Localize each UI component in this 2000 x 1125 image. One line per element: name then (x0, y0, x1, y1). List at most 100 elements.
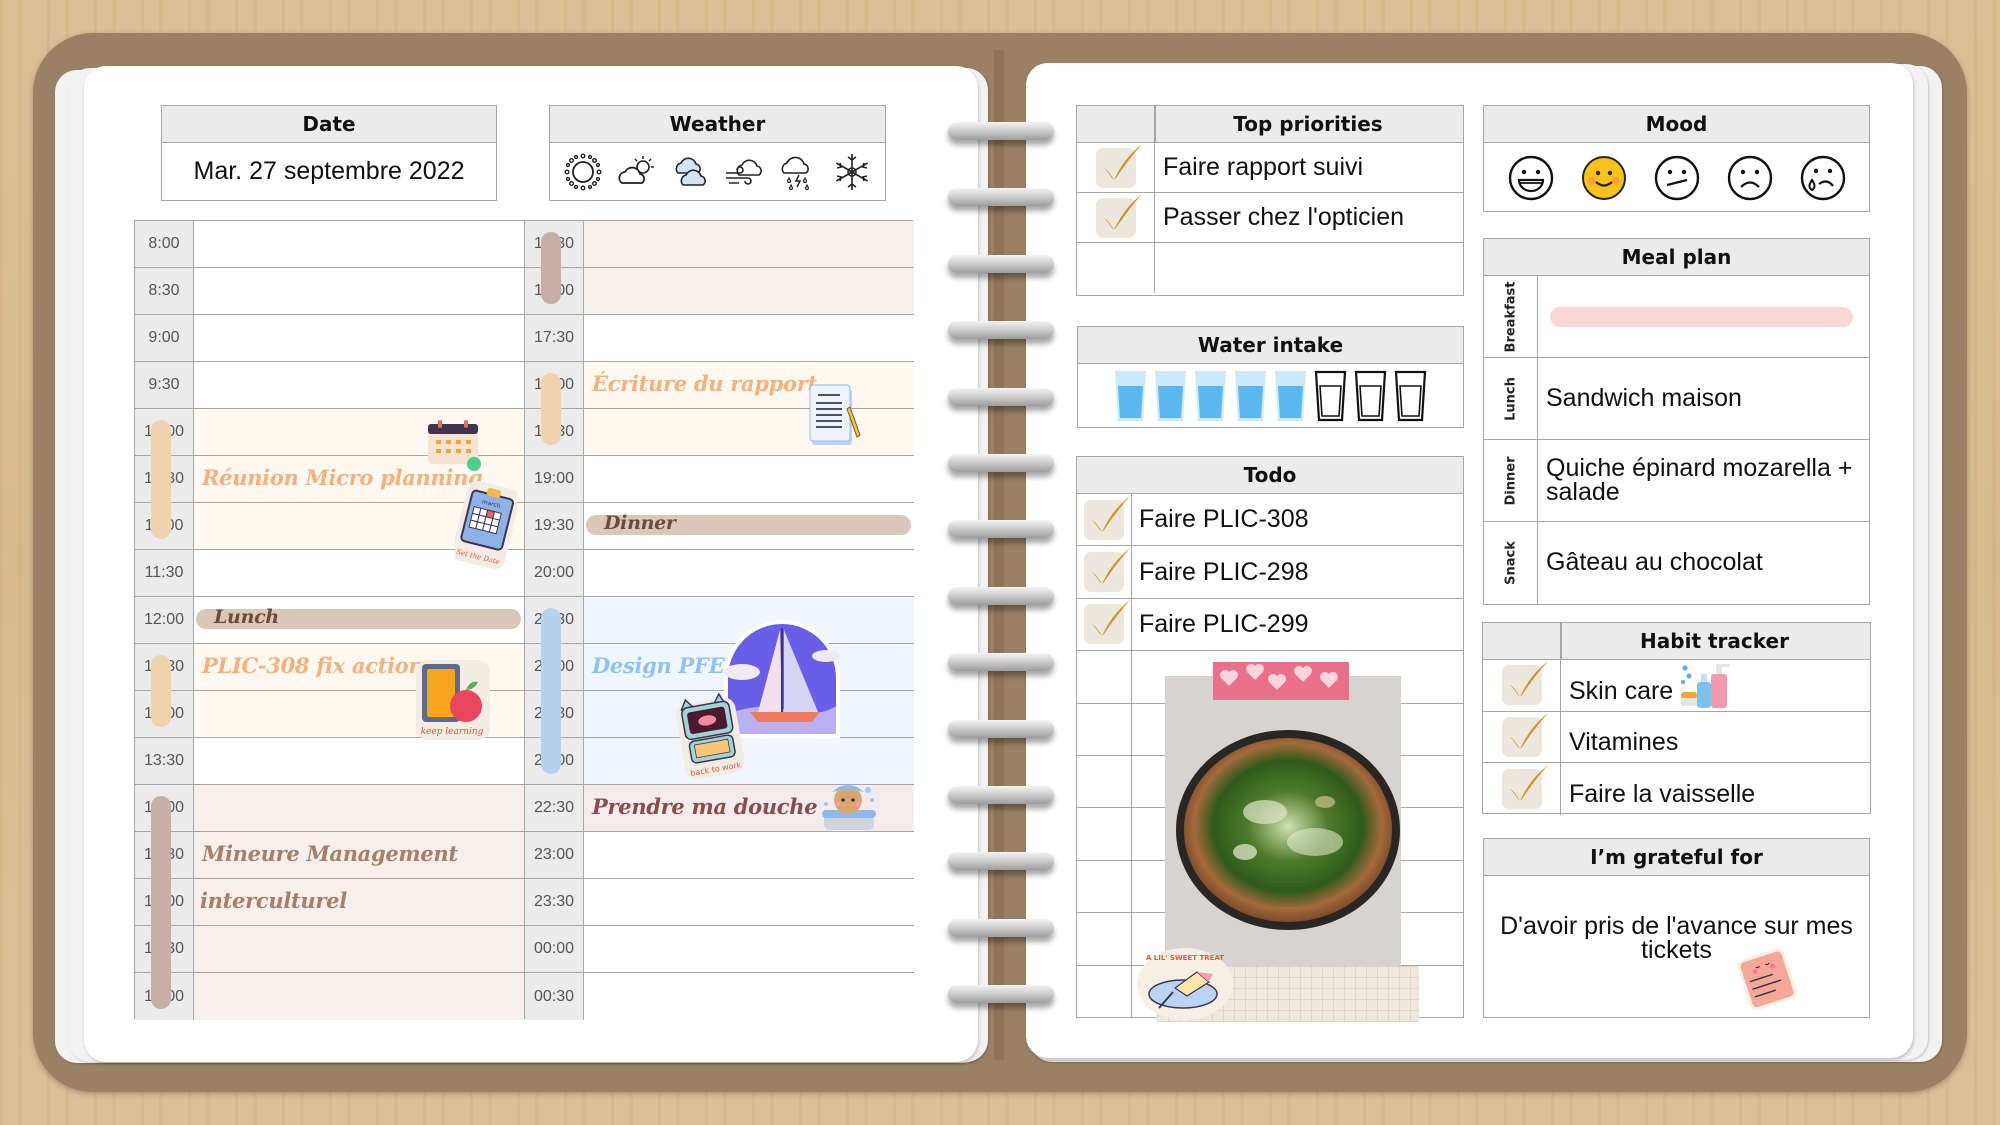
priority-text[interactable]: Faire rapport suivi (1163, 143, 1363, 192)
meal-text[interactable]: Gâteau au chocolat (1546, 522, 1863, 604)
habit-text[interactable]: Vitamines (1569, 712, 1678, 763)
schedule-row[interactable]: 20:00 (525, 550, 914, 597)
schedule-row[interactable]: 00:00 (525, 926, 914, 973)
event-title[interactable]: Écriture du rapport (592, 371, 817, 396)
laughing-face-icon[interactable] (1507, 154, 1555, 202)
habit-text[interactable]: Skin care (1569, 660, 1673, 711)
schedule-row[interactable]: 17:30 (525, 315, 914, 362)
time-slot[interactable] (584, 221, 914, 267)
water-glass-empty-icon[interactable] (1314, 370, 1347, 422)
water-glass-full-icon[interactable] (1114, 370, 1147, 422)
schedule-row[interactable]: 15:30 (135, 926, 524, 973)
keep-learning-sticker: keep learning (416, 660, 490, 740)
todo-text[interactable]: Faire PLIC-299 (1139, 599, 1309, 650)
checkbox-checked[interactable] (1084, 548, 1130, 593)
schedule-row[interactable]: 23:00 (525, 832, 914, 879)
checkbox-checked[interactable] (1084, 600, 1130, 645)
time-slot[interactable] (584, 409, 914, 455)
habit-item[interactable]: Faire la vaisselle (1483, 763, 1870, 815)
time-slot[interactable] (584, 926, 914, 972)
priority-text[interactable]: Passer chez l'opticien (1163, 193, 1404, 242)
habit-item[interactable]: Skin care (1483, 660, 1870, 712)
schedule-row[interactable]: 8:30 (135, 268, 524, 315)
meal-row[interactable]: Dinner Quiche épinard mozarella + salade (1484, 440, 1869, 522)
time-slot[interactable] (584, 879, 914, 925)
meal-row[interactable]: Breakfast (1484, 276, 1869, 358)
todo-text[interactable]: Faire PLIC-308 (1139, 494, 1309, 545)
schedule-row[interactable]: 9:00 (135, 315, 524, 362)
priority-item[interactable]: Faire rapport suivi (1077, 143, 1463, 193)
cloudy-icon[interactable] (670, 151, 712, 193)
checkbox-checked[interactable] (1501, 764, 1548, 809)
todo-item[interactable]: Faire PLIC-299 (1077, 598, 1463, 652)
water-glass-full-icon[interactable] (1194, 370, 1227, 422)
event-title[interactable]: Design PFEE (592, 653, 740, 678)
sad-face-icon[interactable] (1726, 154, 1774, 202)
time-slot[interactable] (194, 738, 524, 784)
schedule-row[interactable]: 14:00 (135, 785, 524, 832)
date-value[interactable]: Mar. 27 septembre 2022 (162, 143, 496, 200)
priority-item[interactable]: Passer chez l'opticien (1077, 193, 1463, 243)
checkbox-checked[interactable] (1095, 143, 1142, 188)
schedule-row[interactable]: 19:00 (525, 456, 914, 503)
todo-item[interactable]: Faire PLIC-298 (1077, 546, 1463, 599)
habit-item[interactable]: Vitamines (1483, 711, 1870, 763)
schedule-row[interactable]: 16:00 (135, 973, 524, 1020)
sun-icon[interactable] (562, 151, 604, 193)
event-title[interactable]: Mineure Management (202, 841, 458, 866)
event-title[interactable]: Prendre ma douche (592, 794, 818, 819)
schedule-row[interactable]: 23:30 (525, 879, 914, 926)
water-glass-empty-icon[interactable] (1354, 370, 1387, 422)
checkbox-checked[interactable] (1095, 193, 1142, 238)
event-title[interactable]: Dinner (604, 512, 676, 534)
priority-item[interactable] (1077, 243, 1463, 293)
time-slot[interactable] (194, 268, 524, 314)
event-title[interactable]: PLIC-308 fix actions (202, 653, 435, 678)
meal-row[interactable]: Snack Gâteau au chocolat (1484, 522, 1869, 604)
neutral-face-icon[interactable] (1653, 154, 1701, 202)
checkbox-checked[interactable] (1084, 495, 1130, 540)
time-slot[interactable] (584, 550, 914, 596)
water-glass-full-icon[interactable] (1234, 370, 1267, 422)
time-slot[interactable] (194, 926, 524, 972)
smiling-face-icon[interactable] (1580, 154, 1628, 202)
schedule-row[interactable]: 9:30 (135, 362, 524, 409)
schedule-row[interactable]: 20:30 (525, 597, 914, 644)
time-slot[interactable] (194, 221, 524, 267)
time-slot[interactable] (584, 315, 914, 361)
todo-item[interactable]: Faire PLIC-308 (1077, 494, 1463, 547)
time-slot[interactable] (584, 832, 914, 878)
schedule-row[interactable]: 13:30 (135, 738, 524, 785)
schedule-row[interactable]: 8:00 (135, 221, 524, 268)
windy-icon[interactable] (723, 151, 765, 193)
time-slot[interactable] (194, 973, 524, 1020)
time-slot[interactable] (194, 785, 524, 831)
meal-text[interactable]: Sandwich maison (1546, 358, 1863, 439)
water-glass-empty-icon[interactable] (1394, 370, 1427, 422)
time-slot[interactable] (584, 973, 914, 1020)
meal-text[interactable]: Quiche épinard mozarella + salade (1546, 440, 1863, 521)
time-slot[interactable] (194, 315, 524, 361)
checkbox-checked[interactable] (1501, 712, 1548, 757)
crying-face-icon[interactable] (1799, 154, 1847, 202)
schedule-row[interactable]: 16:30 (525, 221, 914, 268)
time-slot[interactable] (194, 362, 524, 408)
event-title[interactable]: Lunch (214, 606, 279, 628)
partly-sunny-icon[interactable] (616, 151, 658, 193)
thunderstorm-rain-icon[interactable] (777, 151, 819, 193)
schedule-row[interactable]: 00:30 (525, 973, 914, 1020)
meal-row[interactable]: Lunch Sandwich maison (1484, 358, 1869, 440)
meal-text[interactable] (1546, 276, 1863, 357)
schedule-row[interactable]: 17:00 (525, 268, 914, 315)
grateful-text[interactable]: D'avoir pris de l'avance sur mes tickets (1484, 914, 1869, 963)
checkbox-checked[interactable] (1501, 661, 1548, 706)
water-glass-full-icon[interactable] (1274, 370, 1307, 422)
snowflake-icon[interactable] (831, 151, 873, 193)
event-subtitle[interactable]: interculturel (200, 888, 347, 913)
habit-text[interactable]: Faire la vaisselle (1569, 763, 1755, 815)
todo-text[interactable]: Faire PLIC-298 (1139, 546, 1309, 597)
schedule-column-evening: 16:3017:0017:3018:0018:3019:0019:3020:00… (525, 221, 914, 1020)
water-glass-full-icon[interactable] (1154, 370, 1187, 422)
time-slot[interactable] (584, 456, 914, 502)
time-slot[interactable] (584, 268, 914, 314)
